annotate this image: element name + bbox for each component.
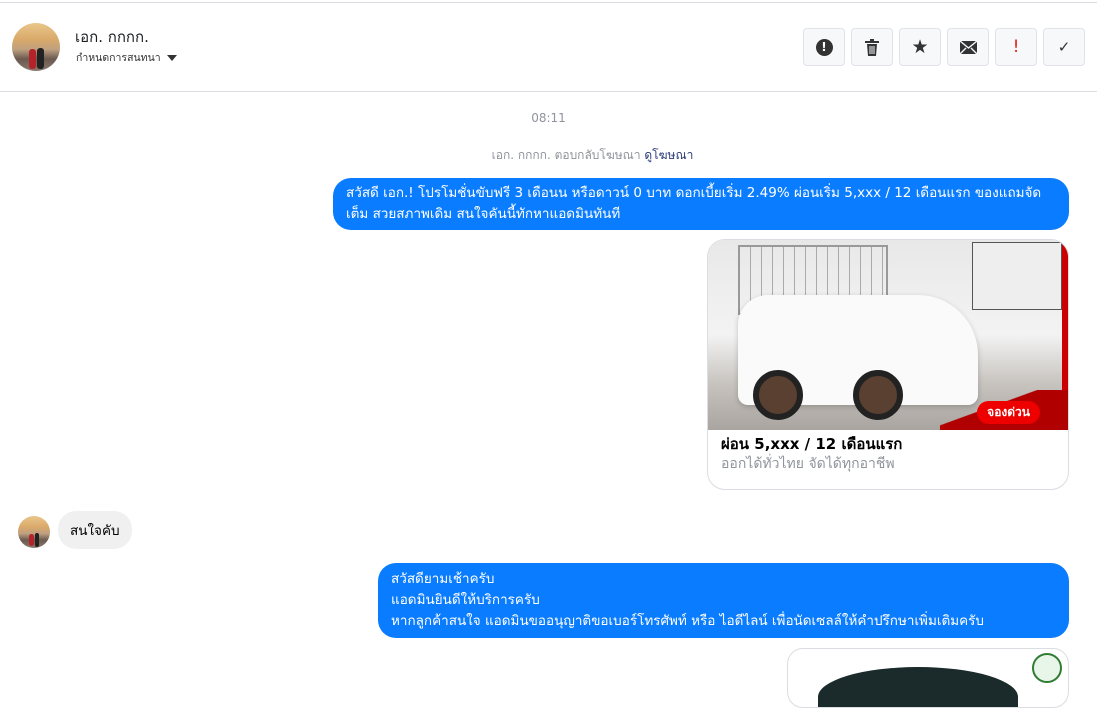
ad-card[interactable]: จองด่วน ผ่อน 5,xxx / 12 เดือนแรก ออกได้ท… (707, 239, 1069, 490)
conversation-header: เอก. กกกก. กำหนดการสนทนา ! ★ ! ✓ (0, 3, 1097, 92)
outgoing-message: สวัสดียามเช้าครับ แอดมินยินดีให้บริการคร… (378, 563, 1069, 638)
action-toolbar: ! ★ ! ✓ (803, 28, 1085, 66)
incoming-message: สนใจคับ (58, 511, 132, 549)
contact-name[interactable]: เอก. กกกก. (75, 25, 149, 49)
ad-reply-note: เอก. กกกก. ตอบกลับโฆษณา ดูโฆษณา (0, 146, 1097, 165)
mark-done-button[interactable]: ✓ (1043, 28, 1085, 66)
check-icon: ✓ (1057, 38, 1071, 56)
ad-image: จองด่วน (708, 240, 1068, 430)
message-line: แอดมินยินดีให้บริการครับ (391, 592, 540, 608)
ad-card-subtitle: ออกได้ทั่วไทย จัดได้ทุกอาชีพ (721, 456, 895, 472)
contact-avatar[interactable] (12, 23, 60, 71)
alert-circle-icon: ! (815, 38, 833, 56)
star-button[interactable]: ★ (899, 28, 941, 66)
view-ad-link[interactable]: ดูโฆษณา (644, 148, 693, 162)
outgoing-message: สวัสดี เอก.! โปรโมชั่นขับฟรี 3 เดือนน หร… (333, 178, 1069, 230)
star-icon: ★ (911, 36, 929, 58)
delete-button[interactable] (851, 28, 893, 66)
exclamation-icon: ! (1012, 37, 1020, 57)
message-line: หากลูกค้าสนใจ แอดมินขออนุญาติขอเบอร์โทรศ… (391, 613, 984, 629)
image-attachment[interactable] (787, 648, 1069, 708)
report-button[interactable]: ! (803, 28, 845, 66)
conversation-settings-label: กำหนดการสนทนา (76, 52, 161, 64)
mark-spam-button[interactable]: ! (995, 28, 1037, 66)
ad-reply-text: เอก. กกกก. ตอบกลับโฆษณา (491, 148, 641, 162)
message-line: สวัสดียามเช้าครับ (391, 571, 495, 587)
mail-icon (959, 40, 977, 54)
mark-unread-button[interactable] (947, 28, 989, 66)
caret-down-icon (166, 54, 177, 61)
ad-image-badge: จองด่วน (977, 401, 1040, 424)
trash-icon (865, 38, 879, 56)
conversation-settings-dropdown[interactable]: กำหนดการสนทนา (76, 49, 177, 66)
message-timestamp: 08:11 (531, 111, 566, 125)
sender-avatar (18, 516, 50, 548)
